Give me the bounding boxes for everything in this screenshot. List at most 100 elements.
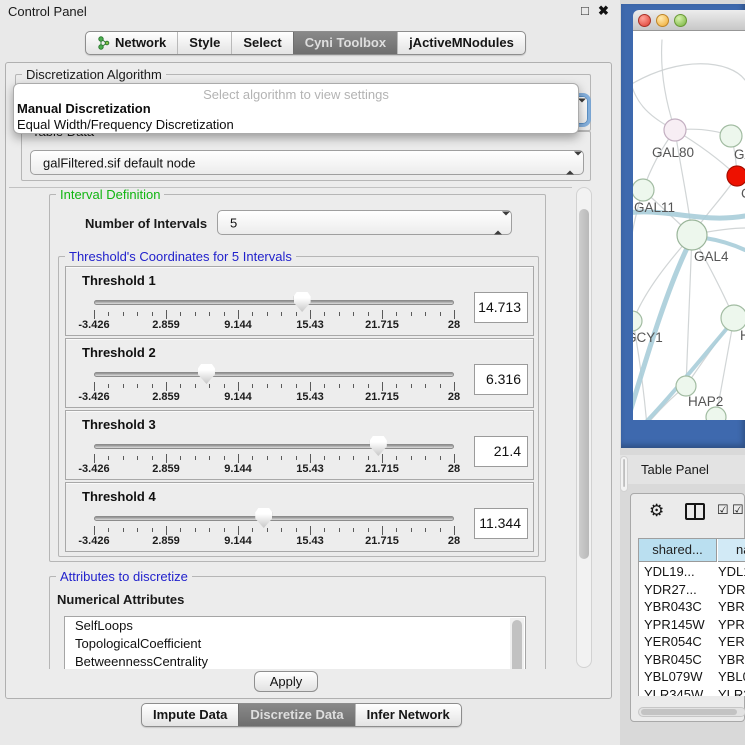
table-row[interactable]: YDL19... YDL1 bbox=[639, 563, 745, 581]
network-canvas[interactable]: GAL80GACGAL11GAL4GCY1HHAP2 bbox=[633, 31, 745, 420]
table-panel-header[interactable]: Table Panel bbox=[620, 455, 745, 484]
numerical-attributes-list[interactable]: SelfLoopsTopologicalCoefficientBetweenne… bbox=[64, 616, 526, 669]
threshold-4-slider-thumb[interactable] bbox=[255, 508, 272, 528]
node-attribute-table[interactable]: shared... name YDL19...YDL1YDR27...YDR2Y… bbox=[638, 538, 745, 696]
network-node[interactable] bbox=[720, 125, 742, 147]
cell-shared-name[interactable]: YDR27... bbox=[644, 581, 697, 598]
threshold-3-slider-track[interactable] bbox=[94, 444, 454, 449]
cell-name[interactable]: YBR0 bbox=[718, 651, 745, 668]
tab-style[interactable]: Style bbox=[177, 32, 231, 54]
table-row[interactable]: YLR345W YLR3 bbox=[639, 686, 745, 697]
threshold-2-slider-track[interactable] bbox=[94, 372, 454, 377]
table-row[interactable]: YER054C YER0 bbox=[639, 633, 745, 651]
network-node[interactable] bbox=[677, 220, 707, 250]
threshold-1-label: Threshold 1 bbox=[82, 273, 156, 288]
threshold-1-slider-track[interactable] bbox=[94, 300, 454, 305]
cell-name[interactable]: YLR3 bbox=[718, 686, 745, 697]
attributes-scrollbar-thumb[interactable] bbox=[512, 620, 522, 669]
threshold-4-value-field[interactable]: 11.344 bbox=[474, 508, 528, 539]
tab-select[interactable]: Select bbox=[231, 32, 292, 54]
network-edge[interactable] bbox=[633, 64, 745, 85]
cell-name[interactable]: YBL0 bbox=[718, 668, 745, 685]
threshold-1-value-field[interactable]: 14.713 bbox=[474, 292, 528, 323]
tick-mark bbox=[137, 312, 138, 316]
attribute-list-item[interactable]: BetweennessCentrality bbox=[65, 653, 525, 669]
cell-name[interactable]: YER0 bbox=[718, 633, 745, 650]
tab-infer-network[interactable]: Infer Network bbox=[355, 704, 461, 726]
checkbox-icon[interactable]: ☑ bbox=[717, 502, 729, 518]
tick-mark bbox=[339, 456, 340, 460]
cell-name[interactable]: YPR1 bbox=[718, 616, 745, 633]
algorithm-item-equal-width[interactable]: Equal Width/Frequency Discretization bbox=[17, 117, 234, 132]
apply-button[interactable]: Apply bbox=[254, 671, 318, 692]
main-scrollbar-thumb[interactable] bbox=[579, 209, 589, 559]
cell-shared-name[interactable]: YBR045C bbox=[644, 651, 702, 668]
algorithm-placeholder-item[interactable]: Select algorithm to view settings bbox=[14, 87, 578, 102]
tab-network[interactable]: Network bbox=[86, 32, 177, 54]
tab-cyni-toolbox[interactable]: Cyni Toolbox bbox=[293, 32, 397, 54]
network-node[interactable] bbox=[664, 119, 686, 141]
cell-shared-name[interactable]: YPR145W bbox=[644, 616, 705, 633]
network-edge[interactable] bbox=[686, 235, 692, 386]
table-row[interactable]: YBR043C YBR0 bbox=[639, 598, 745, 616]
cell-name[interactable]: YDL1 bbox=[718, 563, 745, 580]
tick-mark bbox=[238, 454, 239, 463]
tab-infer-network-label: Infer Network bbox=[367, 704, 450, 726]
cell-name[interactable]: YDR2 bbox=[718, 581, 745, 598]
settings-gear-icon[interactable]: ⚙ bbox=[649, 501, 664, 521]
table-row[interactable]: YPR145W YPR1 bbox=[639, 616, 745, 634]
table-row[interactable]: YBL079W YBL0 bbox=[639, 668, 745, 686]
close-panel-icon[interactable]: ✖ bbox=[598, 3, 609, 19]
minimize-window-icon[interactable] bbox=[656, 14, 669, 27]
zoom-window-icon[interactable] bbox=[674, 14, 687, 27]
main-vertical-scrollbar[interactable] bbox=[576, 187, 592, 668]
attribute-list-item[interactable]: TopologicalCoefficient bbox=[65, 635, 525, 653]
table-row[interactable]: YDR27... YDR2 bbox=[639, 581, 745, 599]
cell-shared-name[interactable]: YLR345W bbox=[644, 686, 703, 697]
close-window-icon[interactable] bbox=[638, 14, 651, 27]
cell-shared-name[interactable]: YER054C bbox=[644, 633, 702, 650]
tab-jactivemnodules[interactable]: jActiveMNodules bbox=[397, 32, 525, 54]
table-data-combobox[interactable]: galFiltered.sif default node bbox=[30, 150, 584, 175]
network-edge[interactable] bbox=[662, 40, 675, 130]
table-horizontal-scrollbar[interactable] bbox=[638, 707, 745, 717]
network-node[interactable] bbox=[727, 166, 745, 186]
tick-mark bbox=[137, 528, 138, 532]
cell-shared-name[interactable]: YDL19... bbox=[644, 563, 695, 580]
divider-scrollbar[interactable] bbox=[620, 456, 628, 492]
attribute-list-item[interactable]: SelfLoops bbox=[65, 617, 525, 635]
column-header-name[interactable]: name bbox=[718, 539, 745, 562]
checkbox-icon[interactable]: ☑ bbox=[732, 502, 744, 518]
tick-mark bbox=[152, 312, 153, 316]
divider-scrollbar-thumb[interactable] bbox=[623, 459, 625, 487]
cell-name[interactable]: YBR0 bbox=[718, 598, 745, 615]
attributes-list-scrollbar[interactable] bbox=[510, 618, 524, 669]
threshold-3-slider-thumb[interactable] bbox=[370, 436, 387, 456]
column-header-shared-name[interactable]: shared... bbox=[639, 539, 717, 562]
threshold-2-value-field[interactable]: 6.316 bbox=[474, 364, 528, 395]
threshold-1-slider-thumb[interactable] bbox=[294, 292, 311, 312]
tick-mark bbox=[281, 312, 282, 316]
tab-impute-data[interactable]: Impute Data bbox=[142, 704, 238, 726]
algorithm-item-manual[interactable]: Manual Discretization bbox=[17, 101, 151, 116]
tab-discretize-data[interactable]: Discretize Data bbox=[238, 704, 354, 726]
cell-shared-name[interactable]: YBL079W bbox=[644, 668, 703, 685]
float-window-icon[interactable]: □ bbox=[581, 3, 589, 18]
network-node[interactable] bbox=[633, 311, 642, 331]
network-node[interactable] bbox=[633, 179, 654, 201]
network-window-titlebar[interactable] bbox=[633, 10, 745, 31]
cell-shared-name[interactable]: YBR043C bbox=[644, 598, 702, 615]
threshold-3-value-field[interactable]: 21.4 bbox=[474, 436, 528, 467]
axis-tick-label: 2.859 bbox=[152, 535, 180, 547]
threshold-2-slider-thumb[interactable] bbox=[198, 364, 215, 384]
number-of-intervals-combobox[interactable]: 5 bbox=[217, 210, 512, 235]
tick-mark bbox=[353, 528, 354, 532]
network-node[interactable] bbox=[676, 376, 696, 396]
tick-mark bbox=[94, 454, 95, 463]
tick-mark bbox=[166, 526, 167, 535]
column-layout-icon[interactable] bbox=[685, 503, 705, 520]
table-row[interactable]: YBR045C YBR0 bbox=[639, 651, 745, 669]
tick-mark bbox=[180, 456, 181, 460]
threshold-4-slider-track[interactable] bbox=[94, 516, 454, 521]
table-hscrollbar-thumb[interactable] bbox=[641, 709, 737, 715]
